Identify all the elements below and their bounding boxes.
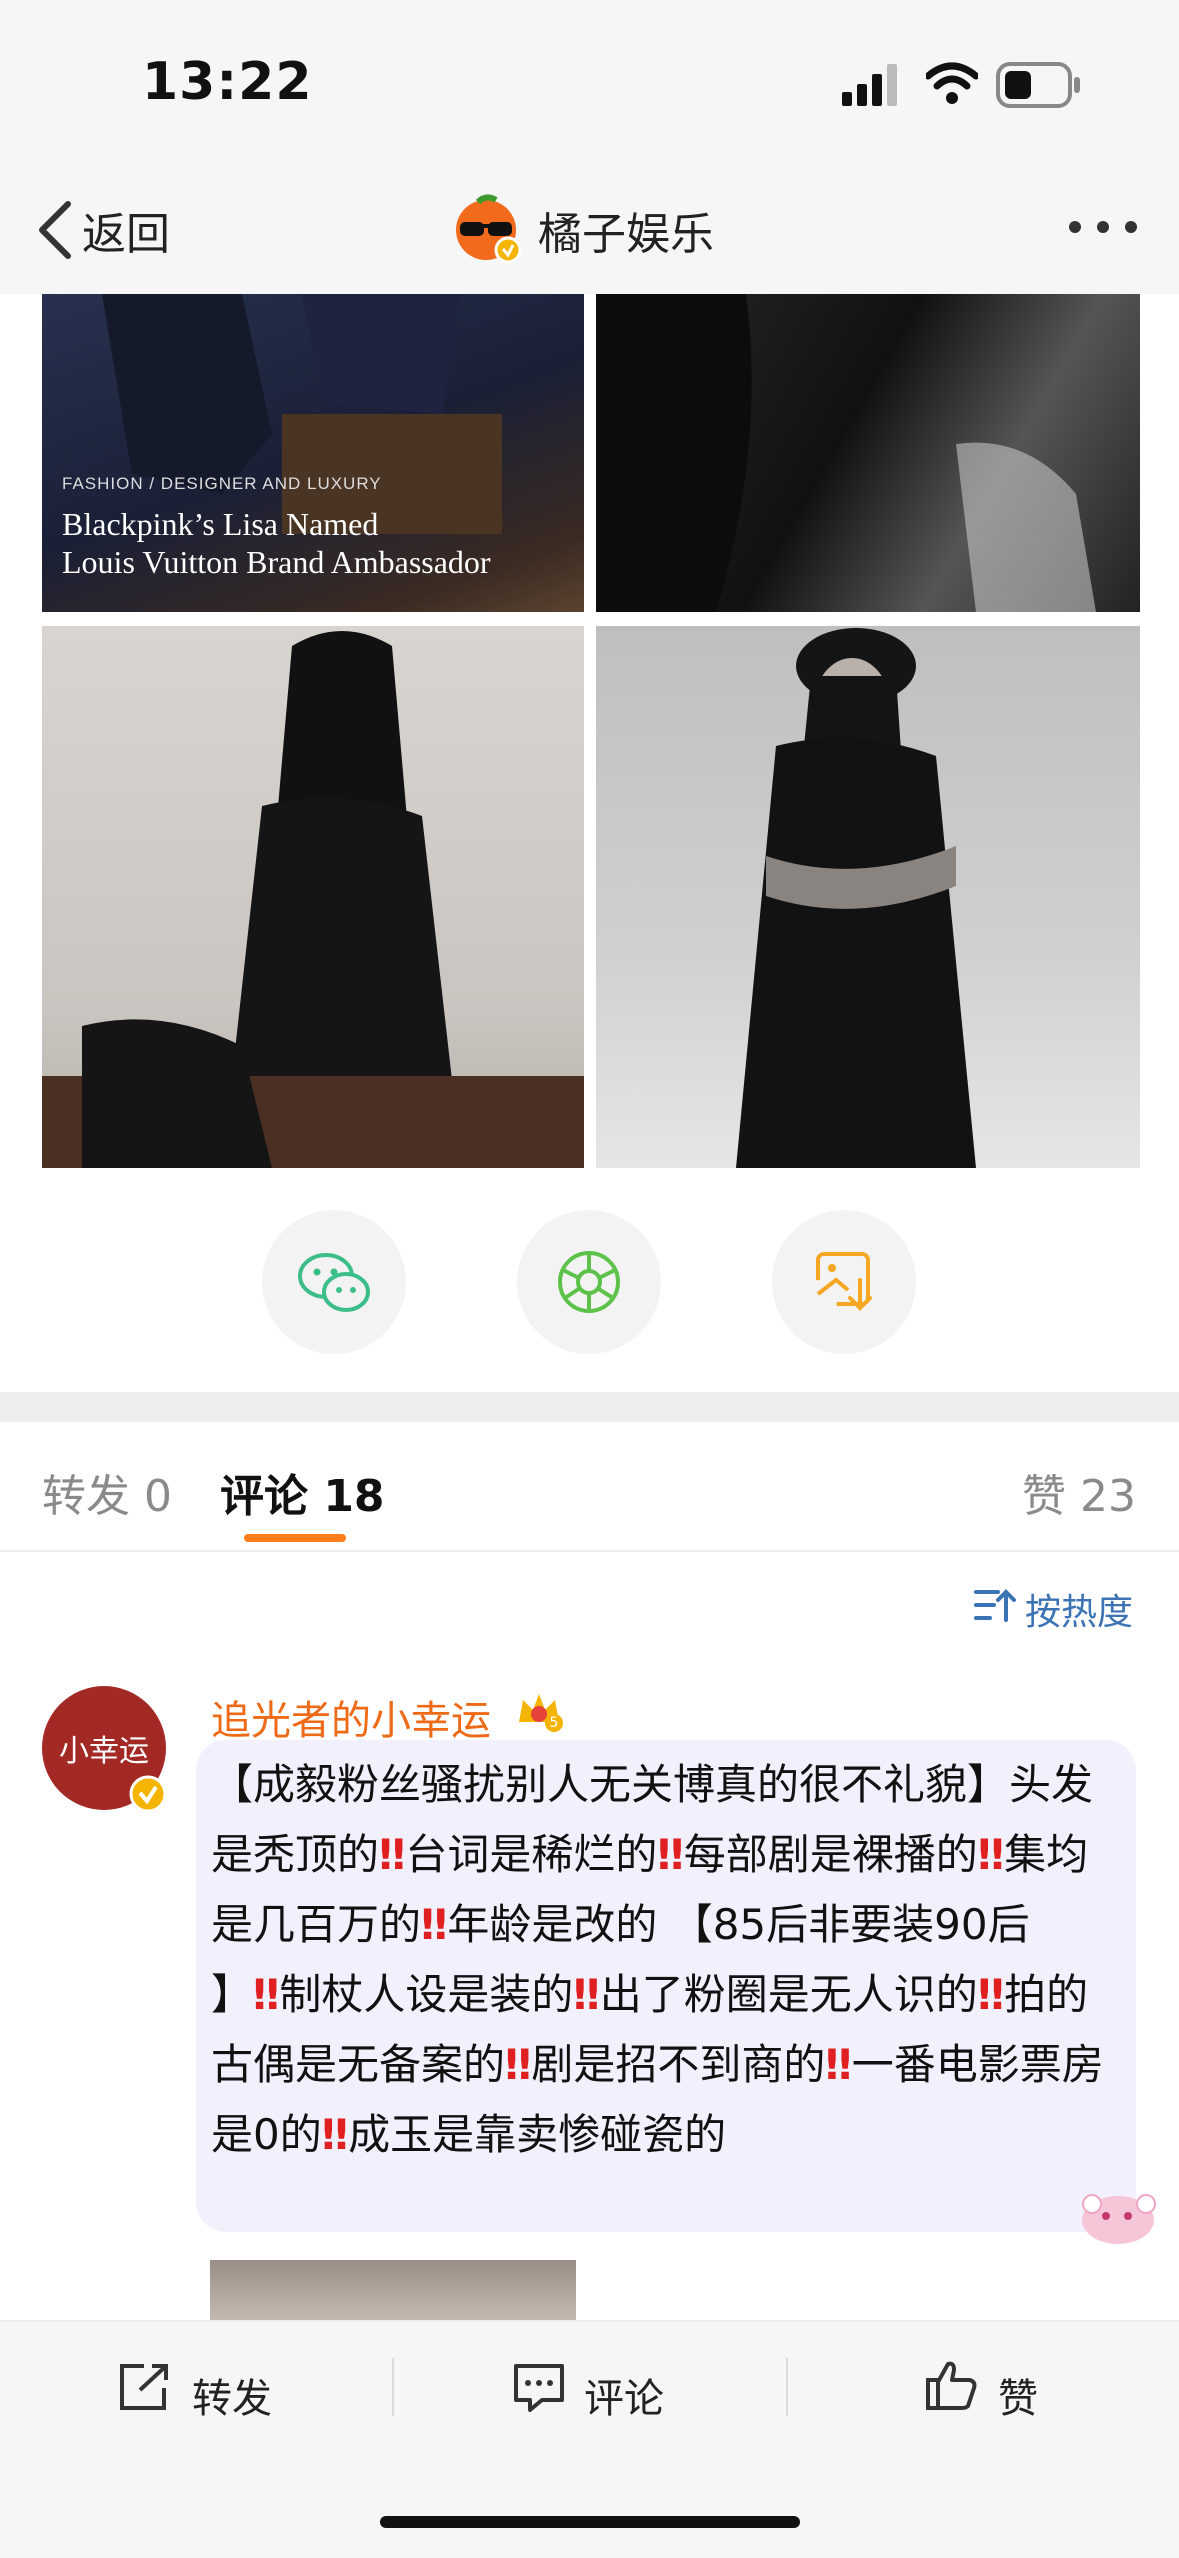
- avatar-text: 小幸运: [59, 1734, 149, 1769]
- wechat-icon: [298, 1253, 370, 1312]
- comment-image-thumbnail[interactable]: [210, 2260, 576, 2320]
- double-exclamation-mark: ‼: [977, 1970, 1005, 2019]
- cellular-signal-icon: [842, 64, 897, 106]
- save-image-button[interactable]: [772, 1210, 916, 1354]
- bubble-decoration-icon: [1082, 2194, 1156, 2244]
- home-indicator[interactable]: [380, 2516, 800, 2528]
- post-image-2[interactable]: [596, 294, 1140, 612]
- commenter-username[interactable]: 追光者的小幸运: [211, 1688, 491, 1746]
- post-image-4[interactable]: [596, 626, 1140, 1168]
- image-caption-small: FASHION / DESIGNER AND LUXURY: [62, 474, 382, 493]
- double-exclamation-mark: ‼: [657, 1830, 684, 1879]
- verified-badge-icon: [129, 1775, 167, 1813]
- double-exclamation-mark: ‼: [321, 2110, 349, 2159]
- like-thumb-icon[interactable]: [924, 2358, 978, 2412]
- double-exclamation-mark: ‼: [505, 2040, 532, 2089]
- repost-icon[interactable]: [118, 2362, 172, 2412]
- image-caption-line1: Blackpink’s Lisa Named: [62, 506, 379, 542]
- sort-icon[interactable]: [974, 1588, 1016, 1624]
- repost-button[interactable]: 转发: [192, 2366, 272, 2424]
- double-exclamation-mark: ‼: [825, 2040, 852, 2089]
- tab-comment[interactable]: 评论 18: [220, 1460, 385, 1524]
- image-caption-line2: Louis Vuitton Brand Ambassador: [62, 544, 491, 580]
- vip-crown-badge: 5: [515, 1688, 563, 1736]
- double-exclamation-mark: ‼: [379, 1830, 406, 1879]
- battery-icon: [996, 62, 1080, 108]
- back-chevron-icon[interactable]: [34, 200, 74, 260]
- more-options-icon[interactable]: [1068, 220, 1138, 234]
- comment-button[interactable]: 评论: [584, 2366, 664, 2424]
- section-separator: [0, 1392, 1179, 1422]
- wifi-icon: [926, 62, 978, 104]
- double-exclamation-mark: ‼: [421, 1900, 448, 1949]
- like-button[interactable]: 赞: [998, 2366, 1038, 2424]
- back-button[interactable]: 返回: [82, 198, 170, 262]
- figure-silhouette-2: [596, 294, 1096, 612]
- save-image-icon: [816, 1252, 872, 1311]
- comment-text: 【成毅粉丝骚扰别人无关博真的很不礼貌】头发是秃顶的‼台词是稀烂的‼每部剧是裸播的…: [211, 1760, 1104, 2159]
- active-tab-indicator: [244, 1534, 346, 1542]
- share-wechat-button[interactable]: [262, 1210, 406, 1354]
- moments-icon: [558, 1251, 620, 1313]
- post-image-3[interactable]: [42, 626, 584, 1168]
- sort-by-hot-button[interactable]: 按热度: [1025, 1583, 1133, 1635]
- tabs-divider: [0, 1550, 1179, 1552]
- figure-silhouette-3: [42, 631, 584, 1168]
- share-moments-button[interactable]: [517, 1210, 661, 1354]
- bottom-bar-divider: [392, 2358, 394, 2416]
- comment-icon[interactable]: [512, 2362, 566, 2414]
- figure-silhouette-4: [736, 628, 976, 1168]
- account-logo-icon[interactable]: [452, 192, 524, 264]
- tab-repost[interactable]: 转发 0: [42, 1460, 172, 1524]
- double-exclamation-mark: ‼: [253, 1970, 280, 2019]
- tab-like[interactable]: 赞 23: [1022, 1460, 1136, 1524]
- double-exclamation-mark: ‼: [977, 1830, 1005, 1879]
- double-exclamation-mark: ‼: [573, 1970, 600, 2019]
- bottom-bar-divider: [786, 2358, 788, 2416]
- level-badge: 5: [545, 1714, 563, 1732]
- post-image-1[interactable]: FASHION / DESIGNER AND LUXURY Blackpink’…: [42, 294, 584, 612]
- nav-title: 橘子娱乐: [538, 209, 714, 260]
- status-time: 13:22: [142, 52, 313, 112]
